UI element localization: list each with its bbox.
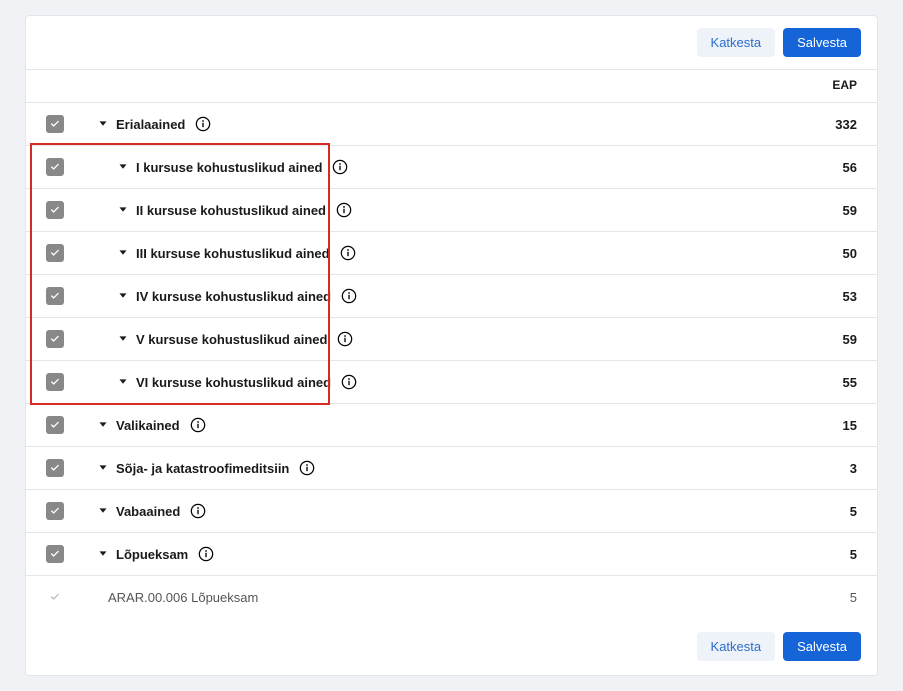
eap-value: 59 xyxy=(843,332,857,347)
group-label: Sõja- ja katastroofimeditsiin xyxy=(116,461,289,476)
eap-value: 59 xyxy=(843,203,857,218)
checkbox[interactable] xyxy=(46,201,64,219)
eap-value: 5 xyxy=(850,504,857,519)
group-label: Vabaained xyxy=(116,504,180,519)
group-row: Vabaained 5 xyxy=(26,489,877,532)
checkbox[interactable] xyxy=(46,416,64,434)
group-row: Valikained 15 xyxy=(26,403,877,446)
group-label: Lõpueksam xyxy=(116,547,188,562)
save-button[interactable]: Salvesta xyxy=(783,28,861,57)
eap-value: 3 xyxy=(850,461,857,476)
eap-value: 15 xyxy=(843,418,857,433)
checkbox[interactable] xyxy=(46,287,64,305)
group-row: V kursuse kohustuslikud ained 59 xyxy=(26,317,877,360)
info-icon[interactable] xyxy=(341,288,357,304)
group-label: V kursuse kohustuslikud ained xyxy=(136,332,327,347)
chevron-down-icon[interactable] xyxy=(116,375,130,389)
checkbox[interactable] xyxy=(46,373,64,391)
group-label: I kursuse kohustuslikud ained xyxy=(136,160,322,175)
group-label: III kursuse kohustuslikud ained xyxy=(136,246,330,261)
checkbox[interactable] xyxy=(46,244,64,262)
info-icon[interactable] xyxy=(340,245,356,261)
group-row: VI kursuse kohustuslikud ained 55 xyxy=(26,360,877,403)
item-label: ARAR.00.006 Lõpueksam xyxy=(108,590,258,605)
eap-value: 53 xyxy=(843,289,857,304)
group-row: I kursuse kohustuslikud ained 56 xyxy=(26,145,877,188)
group-label: VI kursuse kohustuslikud ained xyxy=(136,375,331,390)
info-icon[interactable] xyxy=(198,546,214,562)
group-row: Lõpueksam 5 xyxy=(26,532,877,575)
column-header-row: EAP xyxy=(26,70,877,102)
chevron-down-icon[interactable] xyxy=(116,332,130,346)
info-icon[interactable] xyxy=(332,159,348,175)
checkbox[interactable] xyxy=(46,330,64,348)
chevron-down-icon[interactable] xyxy=(96,547,110,561)
group-row: IV kursuse kohustuslikud ained 53 xyxy=(26,274,877,317)
info-icon[interactable] xyxy=(190,417,206,433)
chevron-down-icon[interactable] xyxy=(116,246,130,260)
eap-column-header: EAP xyxy=(832,78,857,92)
chevron-down-icon[interactable] xyxy=(96,418,110,432)
checkmark-icon xyxy=(46,588,64,606)
cancel-button[interactable]: Katkesta xyxy=(697,632,776,661)
group-row: II kursuse kohustuslikud ained 59 xyxy=(26,188,877,231)
checkbox[interactable] xyxy=(46,158,64,176)
chevron-down-icon[interactable] xyxy=(116,160,130,174)
chevron-down-icon[interactable] xyxy=(96,461,110,475)
group-label: IV kursuse kohustuslikud ained xyxy=(136,289,331,304)
eap-value: 5 xyxy=(850,590,857,605)
chevron-down-icon[interactable] xyxy=(116,203,130,217)
info-icon[interactable] xyxy=(341,374,357,390)
eap-value: 332 xyxy=(835,117,857,132)
group-label: Valikained xyxy=(116,418,180,433)
top-actions-bar: Katkesta Salvesta xyxy=(26,16,877,70)
checkbox[interactable] xyxy=(46,459,64,477)
save-button[interactable]: Salvesta xyxy=(783,632,861,661)
group-row: III kursuse kohustuslikud ained 50 xyxy=(26,231,877,274)
checkbox[interactable] xyxy=(46,545,64,563)
checkbox[interactable] xyxy=(46,502,64,520)
eap-value: 5 xyxy=(850,547,857,562)
group-row: Erialaained 332 xyxy=(26,102,877,145)
chevron-down-icon[interactable] xyxy=(96,117,110,131)
rows-list: Erialaained 332 I kursuse kohustuslikud ai… xyxy=(26,102,877,618)
eap-value: 55 xyxy=(843,375,857,390)
group-label: Erialaained xyxy=(116,117,185,132)
info-icon[interactable] xyxy=(336,202,352,218)
cancel-button[interactable]: Katkesta xyxy=(697,28,776,57)
eap-value: 56 xyxy=(843,160,857,175)
chevron-down-icon[interactable] xyxy=(116,289,130,303)
group-row: Sõja- ja katastroofimeditsiin 3 xyxy=(26,446,877,489)
info-icon[interactable] xyxy=(299,460,315,476)
group-label: II kursuse kohustuslikud ained xyxy=(136,203,326,218)
info-icon[interactable] xyxy=(195,116,211,132)
info-icon[interactable] xyxy=(337,331,353,347)
chevron-down-icon[interactable] xyxy=(96,504,110,518)
info-icon[interactable] xyxy=(190,503,206,519)
curriculum-panel: Katkesta Salvesta EAP Erialaained 332 I ku… xyxy=(25,15,878,676)
bottom-actions-bar: Katkesta Salvesta xyxy=(26,618,877,675)
checkbox[interactable] xyxy=(46,115,64,133)
eap-value: 50 xyxy=(843,246,857,261)
list-item: ARAR.00.006 Lõpueksam 5 xyxy=(26,575,877,618)
